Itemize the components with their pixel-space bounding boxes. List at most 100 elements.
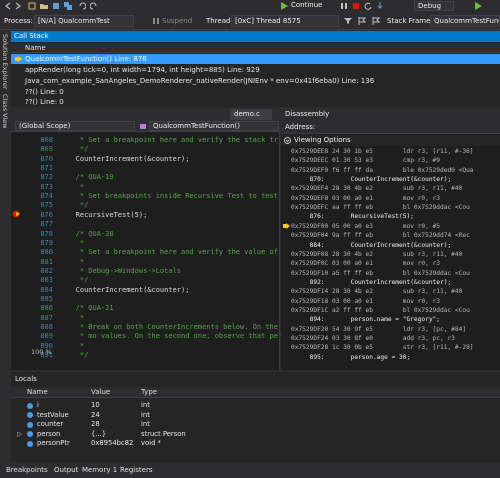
tab-class-view[interactable]: Class View bbox=[0, 94, 10, 129]
call-stack-row[interactable]: ??() Line: 0 bbox=[11, 97, 500, 107]
continue-icon[interactable] bbox=[280, 2, 288, 10]
tab-solution-explorer[interactable]: Solution Explorer bbox=[0, 34, 10, 90]
expand-icon[interactable]: ▷ bbox=[17, 430, 22, 439]
viewing-options-row[interactable]: Viewing Options bbox=[281, 135, 500, 146]
undo-icon[interactable] bbox=[78, 2, 87, 10]
redo-icon[interactable] bbox=[89, 2, 98, 10]
step-into-icon[interactable] bbox=[376, 2, 384, 10]
function-combo[interactable]: QualcommTestFunction() bbox=[149, 121, 279, 131]
current-instruction-arrow-icon bbox=[283, 223, 290, 229]
locals-row[interactable]: testValue 24 int bbox=[11, 411, 500, 420]
disassembly-line[interactable]: 0x7529DF04 9a ff ff eb bl 0x7529dd74 <Re… bbox=[291, 232, 470, 240]
locals-value: 10 bbox=[91, 401, 100, 409]
locals-row[interactable]: i 10 int bbox=[11, 401, 500, 410]
editor-gutter[interactable] bbox=[11, 132, 29, 370]
locals-value: 24 bbox=[91, 410, 100, 419]
debug-arrow-icon[interactable] bbox=[474, 2, 482, 10]
stack-frame-combo[interactable]: QualcommTestFunctio bbox=[430, 15, 500, 27]
disassembly-line[interactable]: 0x7529DEF8 03 00 a0 e1 mov r0, r3 bbox=[291, 195, 440, 203]
call-stack-row[interactable]: appRender(long tick=0, int width=1794, i… bbox=[11, 65, 500, 75]
tab-disassembly[interactable]: Disassembly bbox=[281, 108, 500, 120]
disassembly-line[interactable]: 0x7529DEE8 24 30 1b e5 ldr r3, [r11, #-3… bbox=[291, 148, 474, 156]
open-file-icon[interactable] bbox=[40, 2, 48, 10]
suspend-icon[interactable] bbox=[152, 17, 160, 25]
locals-value: 0x8954bc82 bbox=[91, 439, 134, 448]
disassembly-line[interactable]: 892: CounterIncrement(&counter); bbox=[291, 279, 452, 287]
disassembly-line[interactable]: 876: RecursiveTest(5); bbox=[291, 213, 414, 221]
disassembly-line[interactable]: 0x7529DF18 03 00 a0 e1 mov r0, r3 bbox=[291, 298, 440, 306]
disassembly-line[interactable]: 0x7529DF28 1c 30 0b e5 str r3, [r11, #-2… bbox=[291, 344, 474, 352]
continue-button[interactable]: Continue bbox=[291, 0, 322, 11]
call-stack-row[interactable]: QualcommTestFunction() Line: 876 bbox=[11, 54, 500, 64]
collapse-icon[interactable] bbox=[284, 137, 291, 144]
disassembly-line[interactable]: 894: person.name = "Gregory"; bbox=[291, 316, 440, 324]
locals-type: void * bbox=[141, 439, 161, 448]
zoom-level[interactable]: 100 % bbox=[31, 348, 52, 356]
disassembly-line[interactable]: 895: person.age = 30; bbox=[291, 354, 411, 362]
debug-config-combo[interactable]: Debug bbox=[414, 1, 454, 11]
disassembly-line[interactable]: 0x7529DF14 28 30 4b e2 sub r3, r11, #40 bbox=[291, 288, 462, 296]
pause-icon[interactable] bbox=[340, 2, 348, 10]
restart-icon[interactable] bbox=[364, 2, 372, 10]
disassembly-line[interactable]: 0x7529DF00 05 00 a0 e3 mov r0, #5 bbox=[291, 223, 440, 231]
save-icon[interactable] bbox=[52, 2, 60, 10]
tab-registers[interactable]: Registers bbox=[120, 464, 152, 476]
scope-combo[interactable]: (Global Scope) bbox=[15, 121, 135, 131]
disassembly-line[interactable]: 0x7529DF08 28 30 4b e2 sub r3, r11, #40 bbox=[291, 251, 462, 259]
breakpoint-icon[interactable] bbox=[12, 210, 22, 218]
tab-output[interactable]: Output bbox=[54, 464, 78, 476]
locals-row[interactable]: personPtr 0x8954bc82 void * bbox=[11, 439, 500, 448]
locals-type: int bbox=[141, 420, 150, 429]
disassembly-line[interactable]: 870: CounterIncrement(&counter); bbox=[291, 176, 452, 184]
new-project-icon[interactable] bbox=[28, 2, 36, 10]
tab-demo-c-label: demo.c bbox=[234, 110, 260, 118]
show-flagged-icon[interactable] bbox=[372, 17, 381, 25]
function-icon bbox=[140, 124, 146, 129]
call-stack-panel: Call Stack Name QualcommTestFunction() L… bbox=[11, 31, 500, 107]
disassembly-line[interactable]: 0x7529DF1C a2 ff ff eb bl 0x7529ddac <Co… bbox=[291, 307, 470, 315]
tab-demo-c[interactable]: demo.c bbox=[230, 109, 272, 120]
disassembly-line[interactable]: 0x7529DEF0 f6 ff ff da ble 0x7529ded0 <Q… bbox=[291, 167, 474, 175]
disassembly-line[interactable]: 884: CounterIncrement(&counter); bbox=[291, 242, 452, 250]
disassembly-line[interactable]: 0x7529DEF4 28 30 4b e2 sub r3, r11, #40 bbox=[291, 185, 462, 193]
save-all-icon[interactable] bbox=[64, 2, 72, 10]
variable-icon bbox=[27, 421, 33, 428]
thread-combo[interactable]: [0xC] Thread 8575 bbox=[231, 15, 339, 27]
flag-icon[interactable] bbox=[358, 17, 367, 25]
stop-icon[interactable] bbox=[352, 2, 360, 10]
call-stack-header-name[interactable]: Name bbox=[11, 43, 500, 53]
disassembly-line[interactable]: 0x7529DF0C 03 00 a0 e1 mov r0, r3 bbox=[291, 260, 440, 268]
forward-icon[interactable] bbox=[14, 2, 22, 10]
call-stack-row-text: ??() Line: 0 bbox=[25, 98, 64, 106]
disassembly-line[interactable]: 0x7529DEFC aa ff ff eb bl 0x7529ddac <Co… bbox=[291, 204, 470, 212]
back-icon[interactable] bbox=[4, 2, 12, 10]
call-stack-title: Call Stack bbox=[11, 31, 500, 42]
call-stack-row[interactable]: Java_com_example_SanAngeles_DemoRenderer… bbox=[11, 76, 500, 86]
disassembly-line[interactable]: 0x7529DF20 54 30 9f e5 ldr r3, [pc, #84] bbox=[291, 326, 466, 334]
code-text: CounterIncrement(&counter); bbox=[63, 285, 190, 294]
call-stack-row[interactable]: ??() Line: 0 bbox=[11, 87, 500, 97]
process-combo[interactable]: [N/A] QualcommTest bbox=[34, 15, 134, 27]
locals-header-type[interactable]: Type bbox=[141, 387, 157, 398]
locals-row[interactable]: counter 28 int bbox=[11, 420, 500, 429]
variable-icon bbox=[27, 440, 33, 447]
tab-breakpoints[interactable]: Breakpoints bbox=[6, 464, 48, 476]
filter-icon[interactable] bbox=[344, 17, 352, 25]
suspend-button[interactable]: Suspend bbox=[162, 15, 192, 27]
disassembly-line[interactable]: 0x7529DF24 03 30 8f e0 add r3, pc, r3 bbox=[291, 335, 455, 343]
thread-label: Thread: bbox=[206, 17, 233, 25]
tab-memory-1[interactable]: Memory 1 bbox=[82, 464, 117, 476]
locals-value: 28 bbox=[91, 420, 100, 429]
locals-header-value[interactable]: Value bbox=[91, 387, 110, 398]
locals-type: struct Person bbox=[141, 429, 186, 438]
code-text: */ bbox=[63, 351, 89, 360]
debug-location-toolbar: Process: [N/A] QualcommTest Suspend Thre… bbox=[0, 12, 500, 30]
disassembly-line[interactable]: 0x7529DEEC 01 30 53 e3 cmp r3, #9 bbox=[291, 157, 440, 165]
locals-header-name[interactable]: Name bbox=[27, 387, 48, 398]
locals-type: int bbox=[141, 401, 150, 409]
locals-name: person bbox=[37, 429, 61, 438]
editor-tab-bar: demo.c bbox=[11, 108, 280, 120]
disassembly-line[interactable]: 0x7529DF10 a5 ff ff eb bl 0x7529ddac <Co… bbox=[291, 270, 470, 278]
locals-row[interactable]: ▷ person {...} struct Person bbox=[11, 430, 500, 439]
locals-title: Locals bbox=[15, 375, 37, 383]
